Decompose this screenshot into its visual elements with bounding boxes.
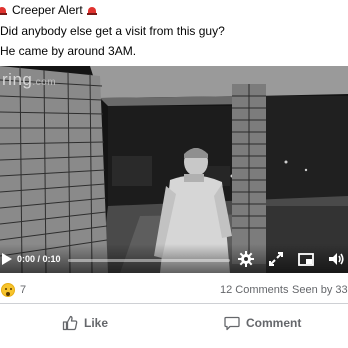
- group-post: Creeper Alert Did anybody else get a vis…: [0, 0, 348, 348]
- siren-icon: [86, 5, 97, 15]
- video-progress-bar[interactable]: [68, 259, 230, 262]
- post-text-line: Did anybody else get a visit from this g…: [0, 24, 225, 38]
- reactions-bar: 7 12 Comments Seen by 33: [0, 282, 348, 302]
- video-player[interactable]: ring.com 0:00 / 0:10: [0, 66, 348, 273]
- doorbell-camera-frame: [0, 66, 348, 273]
- settings-icon[interactable]: [236, 249, 256, 269]
- comments-count-link[interactable]: 12 Comments: [220, 284, 288, 296]
- post-text-line: He came by around 3AM.: [0, 44, 137, 58]
- picture-in-picture-icon[interactable]: [296, 249, 316, 269]
- comment-label: Comment: [246, 316, 302, 330]
- volume-icon[interactable]: [326, 249, 346, 269]
- fullscreen-icon[interactable]: [266, 249, 286, 269]
- post-title-line: Creeper Alert: [0, 2, 97, 18]
- video-timestamp: 0:00 / 0:10: [17, 254, 61, 264]
- post-body: Creeper Alert Did anybody else get a vis…: [0, 0, 348, 62]
- video-controls: 0:00 / 0:10: [0, 244, 348, 273]
- comment-button[interactable]: Comment: [224, 312, 301, 334]
- seen-by-count[interactable]: Seen by 33: [292, 284, 348, 296]
- siren-icon: [0, 5, 7, 15]
- post-title: Creeper Alert: [12, 3, 83, 17]
- divider: [0, 303, 348, 304]
- ring-watermark: ring.com: [2, 70, 57, 89]
- like-label: Like: [84, 316, 109, 330]
- thumbs-up-icon: [62, 315, 78, 331]
- like-button[interactable]: Like: [62, 312, 108, 334]
- reaction-count[interactable]: 7: [20, 284, 26, 296]
- play-icon[interactable]: [2, 253, 12, 265]
- comment-icon: [224, 316, 240, 331]
- wow-emoji-icon[interactable]: [1, 283, 15, 297]
